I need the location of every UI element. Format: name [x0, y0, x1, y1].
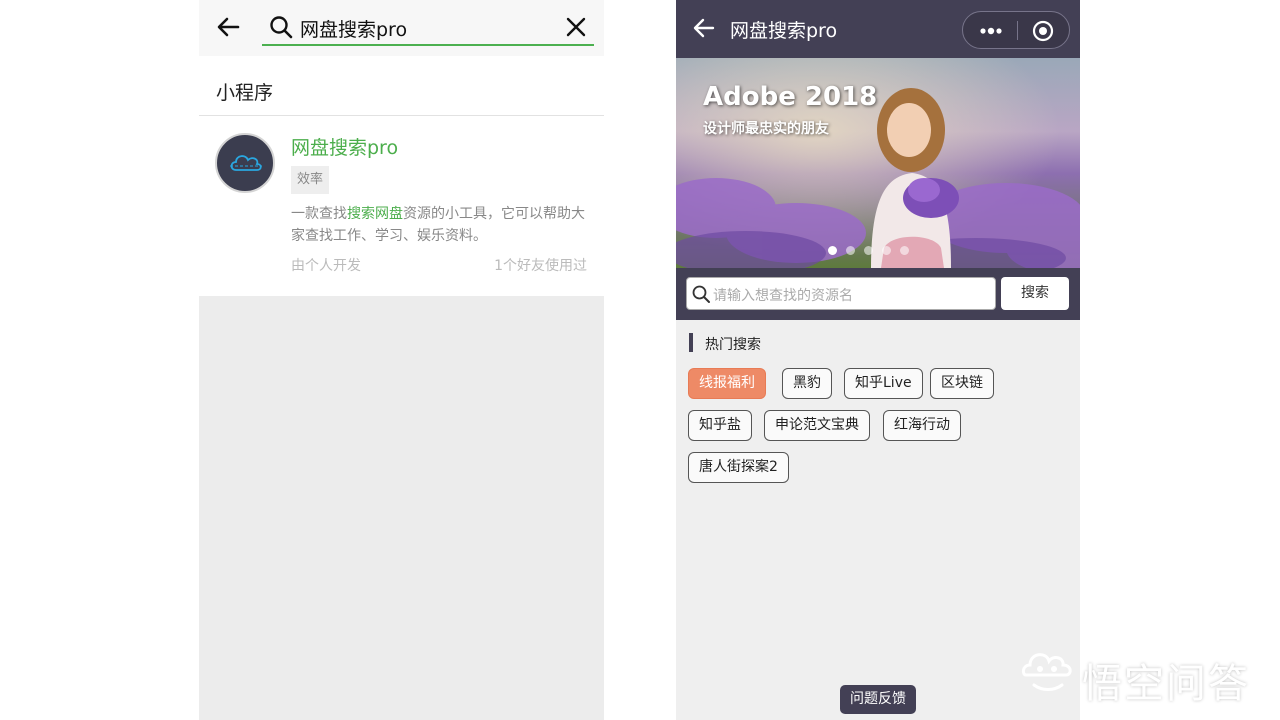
search-icon — [692, 285, 710, 303]
result-card: 小程序 网盘搜索pro 效率 一款查找搜索网盘资源的小工具，它可以帮助大家查找工… — [199, 56, 604, 296]
search-area: 请输入想查找的资源名 搜索 — [676, 268, 1080, 320]
banner-subtitle: 设计师最忠实的朋友 — [703, 121, 829, 137]
carousel-dot[interactable] — [900, 246, 909, 255]
more-dots-icon[interactable] — [977, 21, 1005, 41]
search-input[interactable]: 网盘搜索pro — [300, 15, 407, 42]
mini-program-screen: 网盘搜索pro Adobe 2018 设计师最忠实的朋友 请输入想查找的资源名 … — [676, 0, 1080, 720]
section-accent-bar — [689, 333, 693, 352]
page-title: 网盘搜索pro — [730, 20, 838, 42]
search-icon — [270, 16, 293, 39]
back-arrow-icon[interactable] — [213, 12, 243, 42]
hot-tag[interactable]: 红海行动 — [883, 410, 961, 441]
hot-tag[interactable]: 申论范文宝典 — [764, 410, 870, 441]
developer-info: 由个人开发 — [291, 258, 361, 274]
search-header: 网盘搜索pro — [199, 0, 604, 56]
carousel-dot[interactable] — [882, 246, 891, 255]
capsule-menu — [962, 11, 1070, 49]
search-results-screen: 网盘搜索pro 小程序 网盘搜索pro 效率 一款查找搜索网盘资源的小工具，它可… — [199, 0, 604, 720]
search-bar[interactable]: 网盘搜索pro — [262, 8, 594, 46]
clear-icon[interactable] — [564, 15, 588, 39]
search-input[interactable]: 请输入想查找的资源名 — [686, 277, 996, 310]
hot-tag[interactable]: 知乎Live — [844, 368, 923, 399]
hot-tag[interactable]: 黑豹 — [782, 368, 832, 399]
divider — [199, 115, 604, 116]
section-title: 小程序 — [216, 82, 274, 104]
hot-tag[interactable]: 线报福利 — [688, 368, 766, 399]
watermark-text: 悟空问答 — [1082, 661, 1250, 707]
watermark-logo-icon — [1021, 653, 1072, 691]
app-avatar[interactable] — [215, 133, 275, 193]
carousel-dot[interactable] — [864, 246, 873, 255]
hot-search-title: 热门搜索 — [705, 337, 761, 353]
desc-part-1: 一款查找 — [291, 206, 347, 222]
friends-used-info: 1个好友使用过 — [494, 258, 587, 274]
category-tag: 效率 — [291, 166, 330, 194]
hot-tag[interactable]: 区块链 — [930, 368, 994, 399]
carousel-dot[interactable] — [828, 246, 837, 255]
desc-highlight: 搜索网盘 — [347, 206, 403, 222]
carousel-dot[interactable] — [846, 246, 855, 255]
back-arrow-icon[interactable] — [690, 14, 718, 42]
cloud-icon — [230, 155, 262, 171]
nav-header: 网盘搜索pro — [676, 0, 1080, 58]
app-description: 一款查找搜索网盘资源的小工具，它可以帮助大家查找工作、学习、娱乐资料。 — [291, 203, 591, 247]
hot-tag[interactable]: 知乎盐 — [688, 410, 752, 441]
hot-tag[interactable]: 唐人街探案2 — [688, 452, 789, 483]
watermark: 悟空问答 — [1020, 645, 1260, 707]
feedback-button[interactable]: 问题反馈 — [840, 685, 916, 714]
search-button[interactable]: 搜索 — [1001, 277, 1069, 310]
banner-carousel[interactable]: Adobe 2018 设计师最忠实的朋友 — [676, 58, 1080, 268]
capsule-divider — [1017, 21, 1018, 40]
carousel-indicators — [828, 246, 909, 255]
search-placeholder: 请输入想查找的资源名 — [713, 288, 853, 304]
banner-title: Adobe 2018 — [703, 82, 878, 112]
app-name[interactable]: 网盘搜索pro — [291, 133, 398, 160]
close-program-icon[interactable] — [1031, 19, 1055, 43]
